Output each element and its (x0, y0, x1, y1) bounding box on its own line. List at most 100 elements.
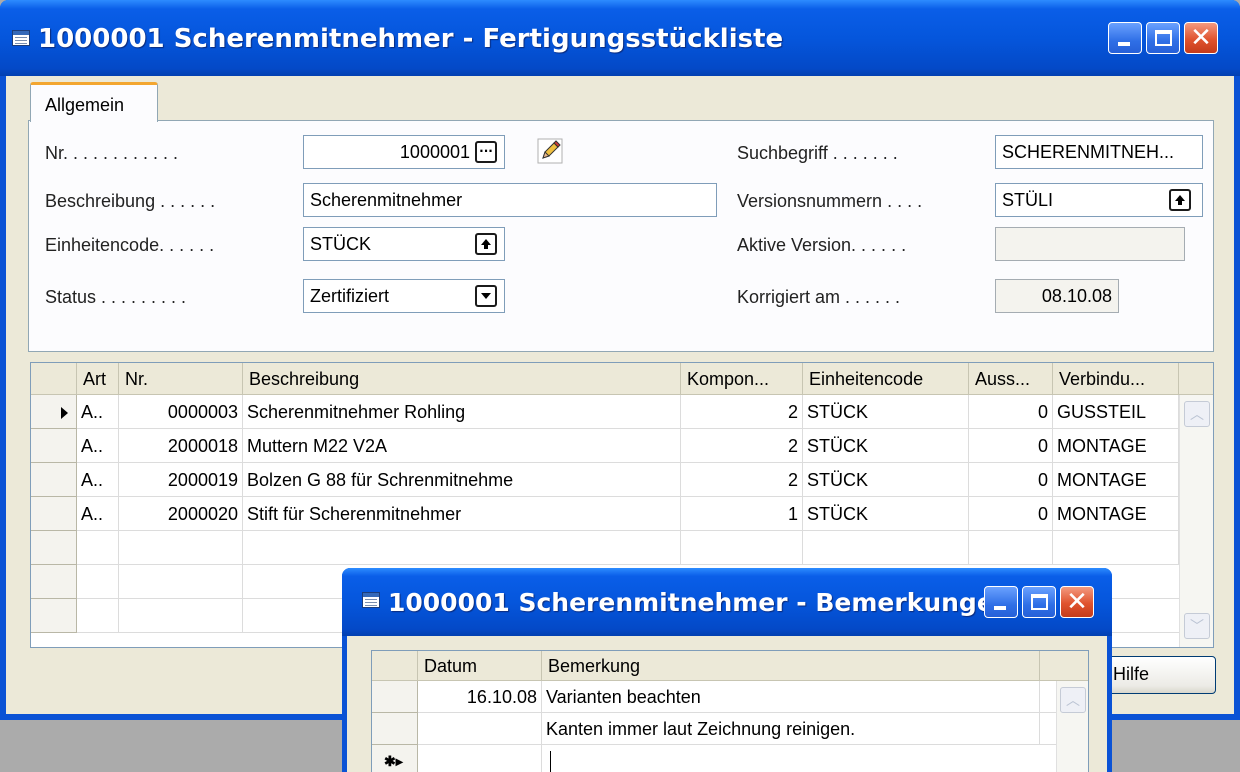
column-header[interactable]: Nr. (119, 363, 243, 395)
comments-title-bar[interactable]: 1000001 Scherenmitnehmer - Bemerkungen ✕ (342, 568, 1112, 636)
text-caret (550, 751, 551, 772)
cell-nr[interactable]: 2000019 (119, 463, 243, 497)
cell-menge[interactable] (681, 531, 803, 565)
beschreibung-field[interactable]: Scherenmitnehmer (303, 183, 717, 217)
cell-auss[interactable]: 0 (969, 395, 1053, 429)
cell-art[interactable] (77, 531, 119, 565)
column-header[interactable]: Beschreibung (243, 363, 681, 395)
nr-label: Nr. . . . . . . . . . . . (45, 143, 179, 163)
cell-art[interactable]: A.. (77, 429, 119, 463)
dropdown-up-icon[interactable] (475, 233, 497, 255)
table-row[interactable]: 16.10.08 Varianten beachten (372, 681, 1058, 713)
cell-nr[interactable]: 2000018 (119, 429, 243, 463)
cell-nr[interactable] (119, 565, 243, 599)
cell-bemerkung[interactable]: Varianten beachten (542, 681, 1040, 713)
cell-verbindung[interactable]: GUSSTEIL (1053, 395, 1179, 429)
cell-auss[interactable]: 0 (969, 429, 1053, 463)
cell-datum[interactable] (418, 745, 542, 772)
cell-verbindung[interactable]: MONTAGE (1053, 463, 1179, 497)
table-row[interactable] (31, 531, 1179, 565)
lookup-icon[interactable] (475, 141, 497, 163)
vertical-scrollbar[interactable]: ︿ ﹀ (1179, 395, 1213, 647)
minimize-button[interactable] (1108, 22, 1142, 54)
cell-art[interactable]: A.. (77, 497, 119, 531)
cell-menge[interactable]: 2 (681, 463, 803, 497)
row-selector[interactable] (31, 497, 77, 531)
cell-verbindung[interactable] (1053, 531, 1179, 565)
scroll-up-button[interactable]: ︿ (1184, 401, 1210, 427)
cell-nr[interactable] (119, 599, 243, 633)
cell-nr[interactable]: 0000003 (119, 395, 243, 429)
table-row[interactable]: A.. 2000020 Stift für Scherenmitnehmer 1… (31, 497, 1179, 531)
vertical-scrollbar[interactable]: ︿ (1056, 681, 1088, 772)
edit-pencil-icon[interactable] (537, 138, 563, 164)
cell-art[interactable]: A.. (77, 395, 119, 429)
table-row[interactable]: A.. 0000003 Scherenmitnehmer Rohling 2 S… (31, 395, 1179, 429)
row-selector[interactable]: ✱▸ (372, 745, 418, 772)
cell-verbindung[interactable]: MONTAGE (1053, 429, 1179, 463)
cell-nr[interactable]: 2000020 (119, 497, 243, 531)
table-row[interactable]: Kanten immer laut Zeichnung reinigen. (372, 713, 1058, 745)
close-button[interactable]: ✕ (1060, 586, 1094, 618)
column-header[interactable]: Auss... (969, 363, 1053, 395)
cell-menge[interactable]: 2 (681, 395, 803, 429)
column-header[interactable]: Bemerkung (542, 651, 1040, 681)
column-header[interactable]: Art (77, 363, 119, 395)
row-selector[interactable] (31, 395, 77, 429)
row-selector[interactable] (31, 565, 77, 599)
close-button[interactable]: ✕ (1184, 22, 1218, 54)
cell-nr[interactable] (119, 531, 243, 565)
cell-einheit[interactable]: STÜCK (803, 463, 969, 497)
cell-beschreibung[interactable]: Stift für Scherenmitnehmer (243, 497, 681, 531)
cell-verbindung[interactable]: MONTAGE (1053, 497, 1179, 531)
cell-bemerkung[interactable]: Kanten immer laut Zeichnung reinigen. (542, 713, 1040, 745)
cell-menge[interactable]: 1 (681, 497, 803, 531)
cell-beschreibung[interactable] (243, 531, 681, 565)
cell-auss[interactable]: 0 (969, 463, 1053, 497)
row-selector[interactable] (372, 713, 418, 745)
cell-auss[interactable]: 0 (969, 497, 1053, 531)
cell-art[interactable]: A.. (77, 463, 119, 497)
scroll-down-button[interactable]: ﹀ (1184, 613, 1210, 639)
comments-client: Datum Bemerkung 16.10.08 Varianten beach… (347, 636, 1107, 772)
suchbegriff-field[interactable]: SCHERENMITNEH... (995, 135, 1203, 169)
suchbegriff-label: Suchbegriff . . . . . . . (737, 143, 898, 163)
minimize-button[interactable] (984, 586, 1018, 618)
general-panel: Nr. . . . . . . . . . . . 1000001 Beschr… (28, 120, 1214, 352)
cell-art[interactable] (77, 599, 119, 633)
new-row[interactable]: ✱▸ (372, 745, 1058, 772)
dropdown-up-icon[interactable] (1169, 189, 1191, 211)
maximize-button[interactable] (1022, 586, 1056, 618)
row-selector[interactable] (31, 429, 77, 463)
column-header[interactable]: Einheitencode (803, 363, 969, 395)
cell-beschreibung[interactable]: Bolzen G 88 für Schrenmitnehme (243, 463, 681, 497)
column-header[interactable]: Verbindu... (1053, 363, 1179, 395)
cell-datum[interactable]: 16.10.08 (418, 681, 542, 713)
cell-auss[interactable] (969, 531, 1053, 565)
tab-allgemein[interactable]: Allgemein (30, 82, 158, 122)
cell-beschreibung[interactable]: Muttern M22 V2A (243, 429, 681, 463)
scroll-up-button[interactable]: ︿ (1060, 687, 1086, 713)
cell-menge[interactable]: 2 (681, 429, 803, 463)
table-row[interactable]: A.. 2000019 Bolzen G 88 für Schrenmitneh… (31, 463, 1179, 497)
row-selector[interactable] (372, 681, 418, 713)
dropdown-down-icon[interactable] (475, 285, 497, 307)
comments-grid[interactable]: Datum Bemerkung 16.10.08 Varianten beach… (371, 650, 1089, 772)
maximize-button[interactable] (1146, 22, 1180, 54)
cell-einheit[interactable]: STÜCK (803, 395, 969, 429)
cell-einheit[interactable] (803, 531, 969, 565)
cell-art[interactable] (77, 565, 119, 599)
row-selector[interactable] (31, 463, 77, 497)
row-selector[interactable] (31, 599, 77, 633)
cell-einheit[interactable]: STÜCK (803, 429, 969, 463)
cell-datum[interactable] (418, 713, 542, 745)
help-button[interactable]: Hilfe (1100, 656, 1216, 694)
column-header[interactable]: Kompon... (681, 363, 803, 395)
grid-header: Art Nr. Beschreibung Kompon... Einheiten… (31, 363, 1213, 395)
cell-beschreibung[interactable]: Scherenmitnehmer Rohling (243, 395, 681, 429)
cell-einheit[interactable]: STÜCK (803, 497, 969, 531)
table-row[interactable]: A.. 2000018 Muttern M22 V2A 2 STÜCK 0 MO… (31, 429, 1179, 463)
title-bar[interactable]: 1000001 Scherenmitnehmer - Fertigungsstü… (0, 0, 1240, 76)
row-selector[interactable] (31, 531, 77, 565)
column-header[interactable]: Datum (418, 651, 542, 681)
